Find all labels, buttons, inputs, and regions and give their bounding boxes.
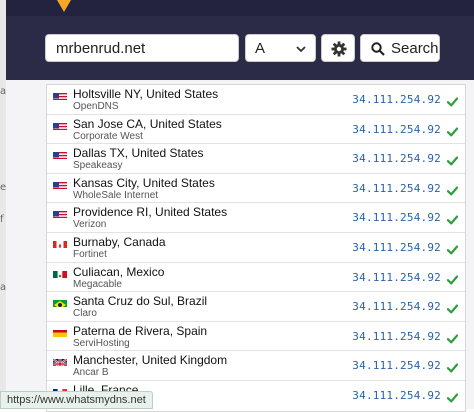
- us-flag-icon: [53, 149, 67, 160]
- result-provider: ServiHosting: [73, 337, 130, 349]
- top-nav-strip: [6, 0, 474, 16]
- result-row[interactable]: Santa Cruz do Sul, Brazil Claro 34.111.254…: [47, 292, 465, 322]
- check-icon: [446, 272, 459, 290]
- status-bar-url: https://www.whatsmydns.net: [0, 391, 153, 409]
- us-flag-icon: [53, 120, 67, 130]
- search-button-label: Search: [391, 40, 439, 57]
- result-row[interactable]: Paterna de Rivera, Spain ServiHosting 34.1…: [47, 322, 465, 352]
- result-provider: Claro: [73, 308, 97, 320]
- gb-flag-icon: [53, 356, 67, 367]
- record-type-value: A: [255, 40, 266, 57]
- check-icon: [446, 242, 459, 260]
- result-ip[interactable]: 34.111.254.92: [352, 389, 441, 402]
- result-ip[interactable]: 34.111.254.92: [352, 359, 441, 372]
- us-flag-icon: [53, 208, 67, 219]
- check-icon: [446, 390, 459, 408]
- result-location: Paterna de Rivera, Spain: [73, 323, 208, 338]
- result-row[interactable]: Dallas TX, United States Speakeasy 34.111.…: [47, 144, 465, 174]
- result-ip[interactable]: 34.111.254.92: [352, 93, 441, 106]
- us-flag-icon: [53, 90, 67, 100]
- result-row[interactable]: Kansas City, United States WholeSale Inte…: [47, 174, 465, 204]
- result-row[interactable]: Providence RI, United States Verizon 34.11…: [47, 203, 465, 233]
- result-provider: Verizon: [73, 219, 107, 231]
- result-location: Kansas City, United States: [73, 175, 215, 190]
- result-ip[interactable]: 34.111.254.92: [352, 211, 441, 224]
- br-flag-icon: [53, 297, 67, 308]
- check-icon: [446, 124, 459, 142]
- result-ip[interactable]: 34.111.254.92: [352, 330, 441, 343]
- result-location: Dallas TX, United States: [73, 146, 204, 161]
- result-provider: OpenDNS: [73, 101, 119, 112]
- result-provider: Fortinet: [73, 248, 107, 260]
- result-provider: Speakeasy: [73, 160, 123, 172]
- result-ip[interactable]: 34.111.254.92: [352, 123, 441, 136]
- check-icon: [446, 153, 459, 171]
- result-location: Culiacan, Mexico: [73, 264, 165, 279]
- search-button[interactable]: Search: [360, 34, 440, 62]
- mx-flag-icon: [53, 268, 67, 278]
- result-row[interactable]: Culiacan, Mexico Megacable 34.111.254.92: [47, 263, 465, 293]
- check-icon: [446, 94, 459, 112]
- result-ip[interactable]: 34.111.254.92: [352, 182, 441, 195]
- es-flag-icon: [53, 327, 67, 337]
- result-location: Santa Cruz do Sul, Brazil: [73, 294, 208, 309]
- chevron-down-icon: [295, 42, 307, 59]
- ca-flag-icon: [53, 238, 67, 248]
- record-type-select[interactable]: A: [245, 34, 316, 62]
- domain-search-input[interactable]: [45, 34, 239, 62]
- result-location: Burnaby, Canada: [73, 234, 166, 249]
- result-provider: Corporate West: [73, 130, 143, 142]
- result-ip[interactable]: 34.111.254.92: [352, 271, 441, 284]
- check-icon: [446, 212, 459, 230]
- result-ip[interactable]: 34.111.254.92: [352, 152, 441, 165]
- result-location: Holtsville NY, United States: [73, 87, 219, 101]
- logo-mark-icon: [57, 0, 71, 12]
- check-icon: [446, 331, 459, 349]
- check-icon: [446, 183, 459, 201]
- check-icon: [446, 360, 459, 378]
- result-provider: Megacable: [73, 278, 122, 290]
- search-icon: [371, 42, 385, 56]
- result-location: San Jose CA, United States: [73, 116, 222, 131]
- result-row[interactable]: Holtsville NY, United States OpenDNS 34.11…: [47, 85, 465, 115]
- settings-button[interactable]: [321, 34, 355, 62]
- gear-icon: [331, 41, 347, 57]
- result-provider: WholeSale Internet: [73, 189, 159, 201]
- result-location: Providence RI, United States: [73, 205, 228, 220]
- result-row[interactable]: San Jose CA, United States Corporate West…: [47, 115, 465, 145]
- result-location: Manchester, United Kingdom: [73, 353, 228, 368]
- result-row[interactable]: Burnaby, Canada Fortinet 34.111.254.92: [47, 233, 465, 263]
- check-icon: [446, 301, 459, 319]
- result-ip[interactable]: 34.111.254.92: [352, 300, 441, 313]
- result-ip[interactable]: 34.111.254.92: [352, 241, 441, 254]
- result-row[interactable]: Manchester, United Kingdom Ancar B 34.111.…: [47, 351, 465, 381]
- us-flag-icon: [53, 179, 67, 189]
- result-provider: Ancar B: [73, 367, 109, 379]
- results-list: Holtsville NY, United States OpenDNS 34.11…: [46, 84, 466, 412]
